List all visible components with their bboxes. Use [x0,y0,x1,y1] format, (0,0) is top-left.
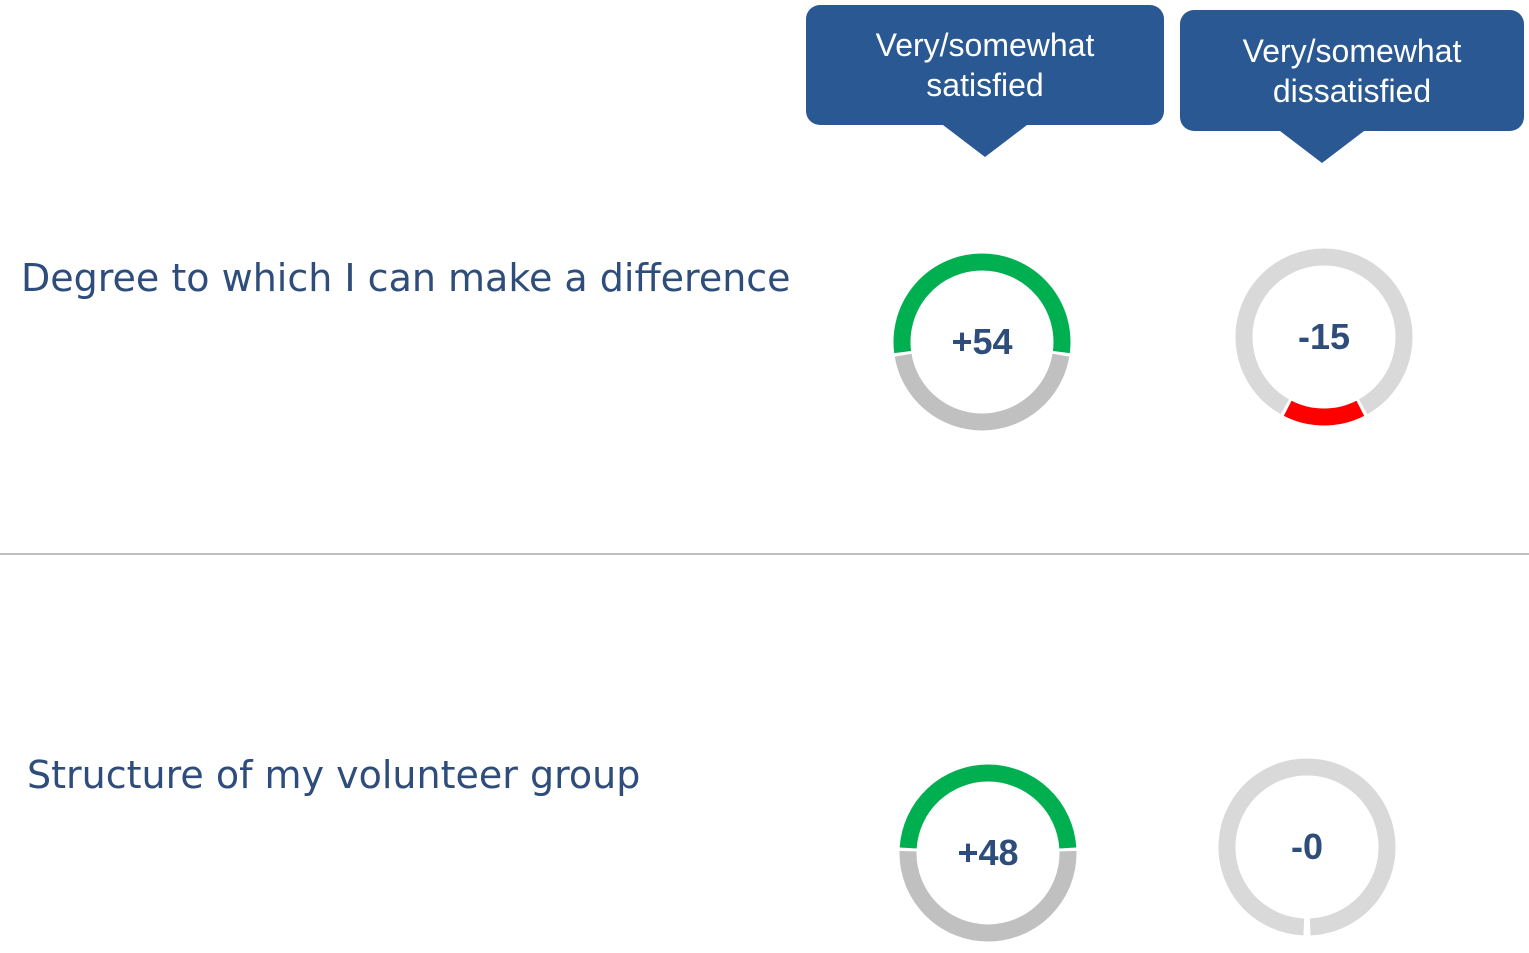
header-dissatisfied-pointer [1280,131,1364,163]
gauge-difference-satisfied-value-label: +54 [951,321,1012,362]
header-dissatisfied-box: Very/somewhat dissatisfied [1180,10,1524,131]
gauge-difference-satisfied: +54 [893,253,1071,431]
gauge-difference-dissatisfied-value-label: -15 [1298,316,1350,357]
gauge-structure-dissatisfied-value-label: -0 [1291,826,1323,867]
header-dissatisfied-line2: dissatisfied [1272,72,1432,109]
row-divider [0,553,1529,555]
gauge-structure-satisfied: +48 [899,764,1077,942]
gauge-structure-dissatisfied: -0 [1218,758,1396,936]
header-satisfied-line2: satisfied [926,67,1044,103]
row-label-difference: Degree to which I can make a difference [21,256,791,300]
header-dissatisfied-line1: Very/somewhat [1242,32,1462,69]
gauge-difference-dissatisfied: -15 [1235,248,1413,426]
gauge-difference-satisfied-remainder-arc [894,353,1070,431]
gauge-difference-dissatisfied-value-arc [1283,400,1365,426]
header-satisfied-line1: Very/somewhat [875,27,1095,63]
row-label-structure: Structure of my volunteer group [27,753,641,797]
gauge-structure-satisfied-value-label: +48 [957,832,1018,873]
header-satisfied-box: Very/somewhat satisfied [806,5,1164,125]
header-satisfied-pointer [943,125,1027,157]
